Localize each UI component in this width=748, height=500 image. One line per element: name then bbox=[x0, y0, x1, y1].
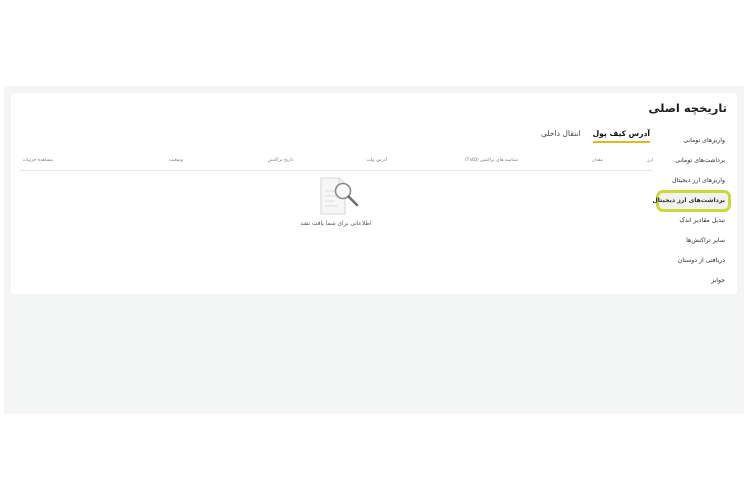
sidebar-item-received-from-friends[interactable]: دریافتی از دوستان bbox=[653, 251, 733, 271]
column-header-wallet-address: آدرس ولت bbox=[366, 158, 387, 163]
sidebar-item-other-transactions[interactable]: سایر تراکنش‌ها bbox=[653, 231, 733, 251]
sidebar-item-dust-conversion[interactable]: تبدیل مقادیر اندک bbox=[653, 211, 733, 231]
column-header-view-details: مشاهده جزئیات bbox=[22, 158, 53, 163]
page-title: تاریخچه اصلی bbox=[648, 101, 727, 115]
empty-state-message: اطلاعاتی برای شما یافت نشد bbox=[300, 221, 372, 227]
table-header: ارز مقدار شناسه های تراکنش (TxID) آدرس و… bbox=[19, 156, 653, 171]
sidebar-item-rewards[interactable]: جوایز bbox=[653, 271, 733, 291]
sidebar-item-crypto-withdrawals[interactable]: برداشت‌های ارز دیجیتال bbox=[652, 190, 733, 212]
empty-state: اطلاعاتی برای شما یافت نشد bbox=[281, 175, 391, 227]
sidebar-item-toman-deposits[interactable]: واریزهای تومانی bbox=[653, 131, 733, 151]
sidebar-item-crypto-deposits[interactable]: واریزهای ارز دیجیتال bbox=[653, 171, 733, 191]
withdrawal-tabs: آدرس کیف پول انتقال داخلی bbox=[541, 129, 650, 143]
column-header-transaction-date: تاریخ تراکنش bbox=[267, 158, 293, 163]
column-header-txid: شناسه های تراکنش (TxID) bbox=[464, 158, 518, 163]
sidebar-item-toman-withdrawals[interactable]: برداشت‌های تومانی bbox=[653, 151, 733, 171]
history-sidebar: واریزهای تومانی برداشت‌های تومانی واریزه… bbox=[652, 131, 733, 291]
column-header-status: وضعیت bbox=[168, 158, 183, 163]
column-header-amount: مقدار bbox=[592, 158, 603, 163]
column-header-currency: ارز bbox=[647, 158, 653, 163]
history-card: تاریخچه اصلی واریزهای تومانی برداشت‌های … bbox=[11, 93, 737, 294]
tab-internal-transfer[interactable]: انتقال داخلی bbox=[541, 129, 581, 143]
document-search-icon bbox=[320, 177, 359, 215]
tab-wallet-address[interactable]: آدرس کیف پول bbox=[592, 129, 650, 143]
